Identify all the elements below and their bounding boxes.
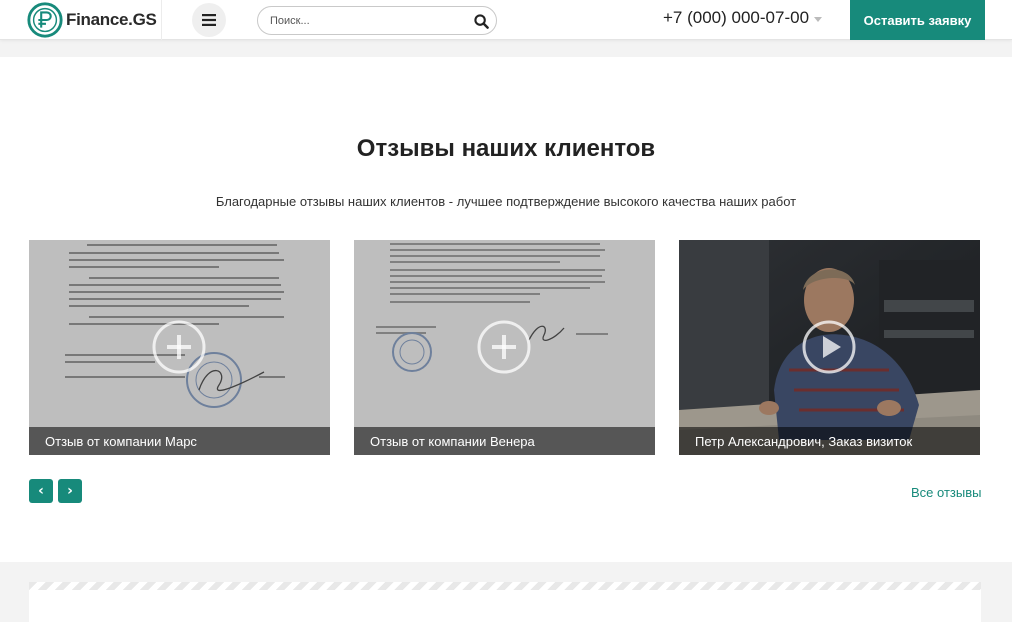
reviews-section: Отзывы наших клиентов Благодарные отзывы… <box>0 57 1012 562</box>
menu-button[interactable] <box>192 3 226 37</box>
next-button[interactable]: › <box>58 479 82 503</box>
logo-text: Finance.GS <box>66 10 157 29</box>
logo[interactable]: Finance.GS <box>24 0 162 40</box>
next-section <box>29 582 981 622</box>
phone-number: +7 (000) 000-07-00 <box>663 8 810 27</box>
phone-dropdown[interactable]: +7 (000) 000-07-00 <box>663 8 823 28</box>
search-input[interactable] <box>270 12 460 30</box>
card-caption: Отзыв от компании Венера <box>354 427 655 455</box>
plus-icon <box>152 320 206 374</box>
review-card-venera[interactable]: Отзыв от компании Венера <box>354 240 655 455</box>
search-box <box>257 6 497 35</box>
search-icon <box>473 13 489 29</box>
review-card-video[interactable]: Петр Александрович, Заказ визиток <box>679 240 980 455</box>
card-caption: Отзыв от компании Марс <box>29 427 330 455</box>
all-reviews-link[interactable]: Все отзывы <box>911 485 981 500</box>
request-button[interactable]: Оставить заявку <box>850 0 985 40</box>
chevron-down-icon <box>814 16 823 22</box>
ruble-logo-icon <box>27 2 63 38</box>
review-card-mars[interactable]: Отзыв от компании Марс <box>29 240 330 455</box>
search-button[interactable] <box>472 12 490 30</box>
section-subtitle: Благодарные отзывы наших клиентов - лучш… <box>215 194 797 209</box>
play-icon <box>802 320 856 374</box>
prev-button[interactable]: ‹ <box>29 479 53 503</box>
site-header: Finance.GS +7 (000) 000-07-00 Оставить з… <box>0 0 1012 40</box>
plus-icon <box>477 320 531 374</box>
card-caption: Петр Александрович, Заказ визиток <box>679 427 980 455</box>
section-title: Отзывы наших клиентов <box>356 135 656 162</box>
decorative-border <box>29 582 981 590</box>
hamburger-icon <box>202 14 216 26</box>
